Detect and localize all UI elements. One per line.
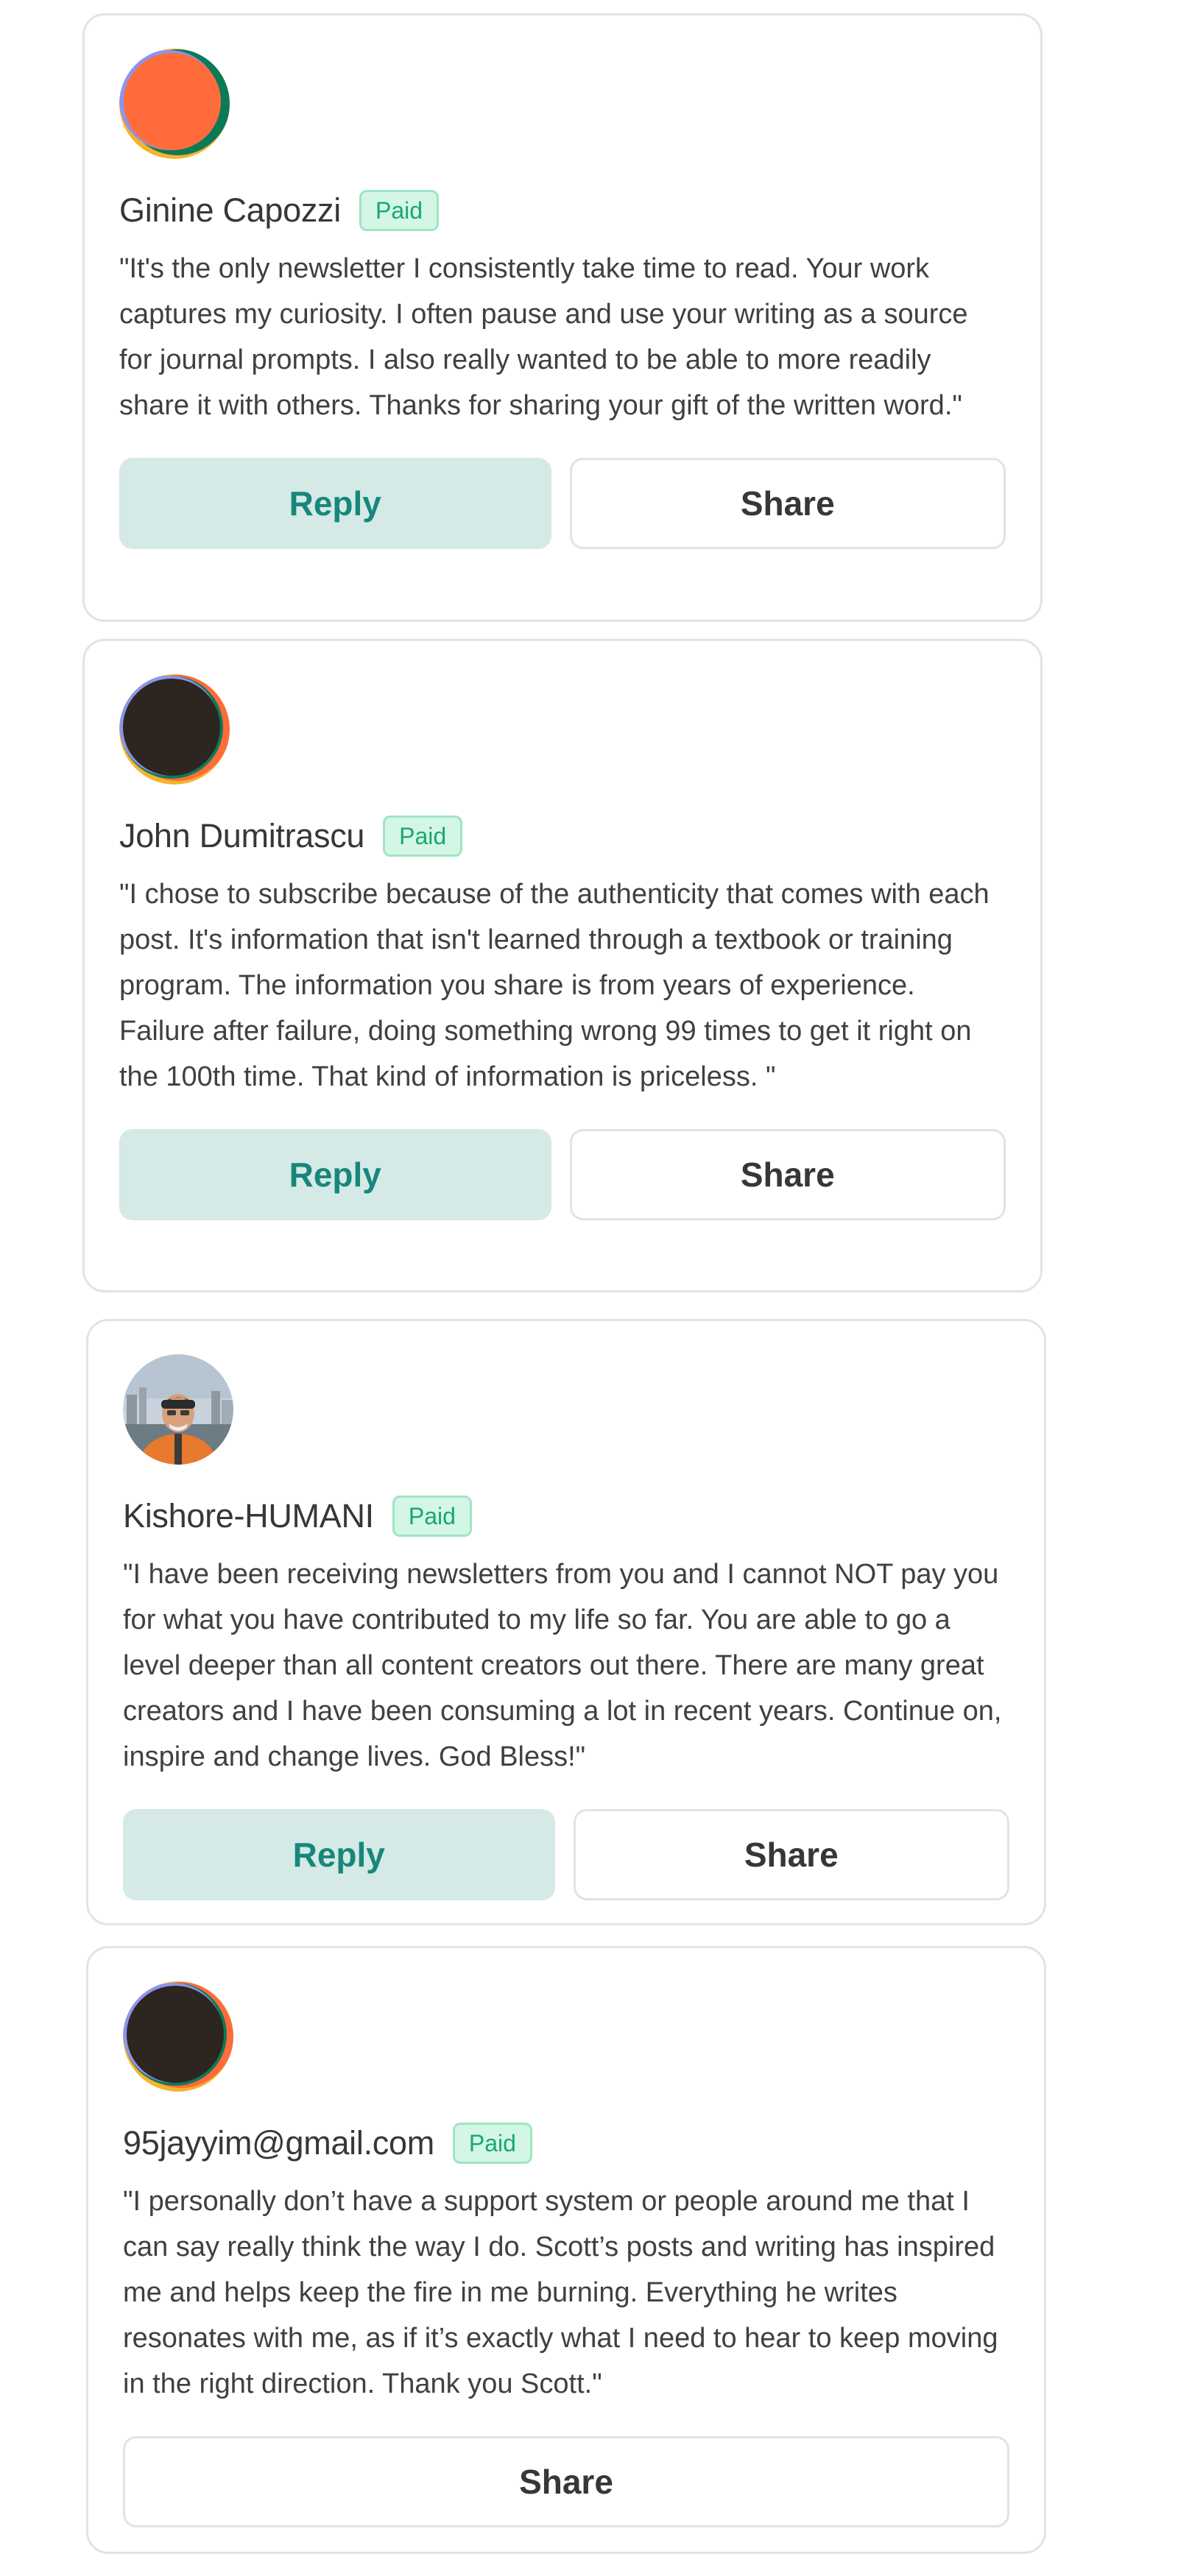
comment-card: 95jayyim@gmail.com Paid "I personally do…	[86, 1946, 1046, 2554]
comment-card: Kishore-HUMANI Paid "I have been receivi…	[86, 1319, 1046, 1925]
reply-button[interactable]: Reply	[123, 1809, 555, 1900]
avatar[interactable]	[119, 674, 230, 785]
share-button[interactable]: Share	[569, 458, 1006, 549]
reply-button[interactable]: Reply	[119, 458, 551, 549]
avatar[interactable]	[123, 1981, 233, 2092]
commenter-name[interactable]: 95jayyim@gmail.com	[123, 2124, 434, 2162]
commenter-name[interactable]: Kishore-HUMANI	[123, 1497, 374, 1535]
default-avatar-icon	[123, 1981, 233, 2092]
reply-button[interactable]: Reply	[119, 1129, 551, 1220]
share-button[interactable]: Share	[569, 1129, 1006, 1220]
avatar[interactable]	[119, 49, 230, 159]
photo-avatar-icon	[123, 1354, 233, 1465]
comment-text: "I personally don’t have a support syste…	[123, 2186, 998, 2399]
commenter-name[interactable]: John Dumitrascu	[119, 817, 364, 855]
comment-text: "It's the only newsletter I consistently…	[119, 253, 968, 421]
comment-text: "I chose to subscribe because of the aut…	[119, 879, 990, 1092]
default-avatar-icon	[119, 49, 230, 159]
paid-badge: Paid	[383, 815, 463, 857]
default-avatar-icon	[119, 674, 230, 785]
comment-text: "I have been receiving newsletters from …	[123, 1559, 1002, 1772]
share-button[interactable]: Share	[573, 1809, 1009, 1900]
share-button[interactable]: Share	[123, 2436, 1009, 2527]
paid-badge: Paid	[359, 190, 440, 231]
avatar[interactable]	[123, 1354, 233, 1465]
commenter-name[interactable]: Ginine Capozzi	[119, 191, 341, 230]
comment-card: Ginine Capozzi Paid "It's the only newsl…	[82, 13, 1043, 622]
paid-badge: Paid	[452, 2123, 532, 2164]
comment-card: John Dumitrascu Paid "I chose to subscri…	[82, 639, 1043, 1292]
paid-badge: Paid	[392, 1496, 472, 1537]
